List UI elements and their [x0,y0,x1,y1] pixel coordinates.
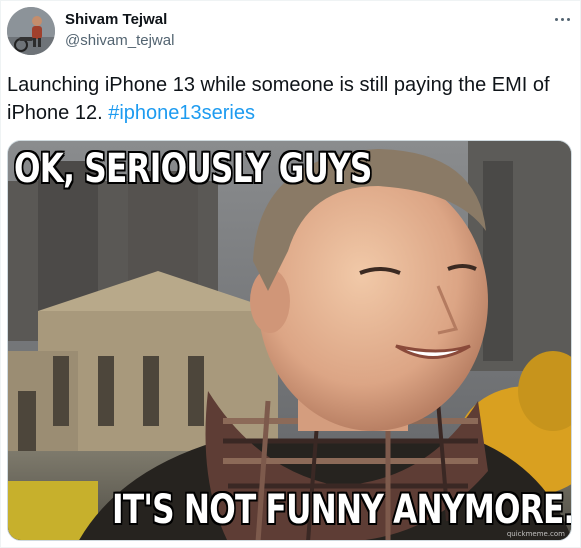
author-handle[interactable]: @shivam_tejwal [65,32,174,50]
avatar[interactable] [7,7,55,55]
meme-image[interactable]: OK, SERIOUSLY GUYS IT'S NOT FUNNY ANYMOR… [7,140,572,541]
author-display-name[interactable]: Shivam Tejwal [65,11,167,29]
more-options-icon[interactable] [551,11,575,29]
meme-top-caption: OK, SERIOUSLY GUYS [14,146,372,192]
meme-bottom-caption: IT'S NOT FUNNY ANYMORE. [112,487,572,533]
tweet-body-text: Launching iPhone 13 while someone is sti… [7,74,550,124]
meme-watermark: quickmeme.com [506,530,565,538]
tweet-text: Launching iPhone 13 while someone is sti… [7,71,573,127]
tweet-card[interactable]: Shivam Tejwal @shivam_tejwal Launching i… [0,0,581,548]
hashtag-link[interactable]: #iphone13series [108,102,255,124]
user-avatar-photo [7,7,55,55]
meme-photo [8,141,571,540]
